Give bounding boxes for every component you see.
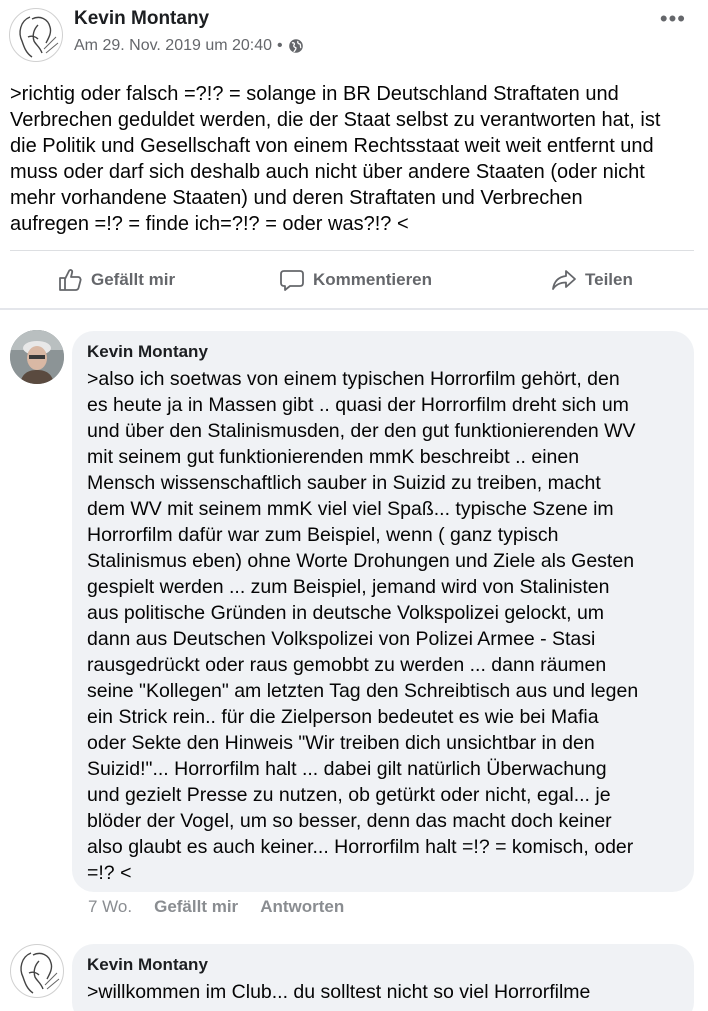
globe-icon — [288, 39, 303, 53]
comment-text-line: und über den Stalinismusden, der den gut… — [87, 420, 636, 442]
post-text-line: >richtig oder falsch =?!? = solange in B… — [10, 83, 619, 105]
comment-text-line: dem WV mit seinem mmK viel viel Spaß... … — [87, 498, 614, 520]
speech-bubble-icon — [280, 270, 304, 291]
comment-text-line: blöder der Vogel, um so besser, denn das… — [87, 810, 612, 832]
post-text-line: Verbrechen geduldet werden, die der Staa… — [10, 109, 661, 131]
comment-text-line: >also ich soetwas von einem typischen Ho… — [87, 368, 620, 390]
comment-reply-button[interactable]: Antworten — [260, 897, 344, 917]
post-text-line: aufregen =!? = finde ich=?!? = oder was?… — [10, 213, 409, 235]
comment-text: >also ich soetwas von einem typischen Ho… — [87, 366, 638, 886]
comment-button[interactable]: Kommentieren — [279, 267, 432, 293]
comment-text-line: Suizid!"... Horrorfilm halt ... dabei gi… — [87, 758, 607, 780]
comment-text-line: dann aus Deutschen Volkspolizei von Poli… — [87, 628, 596, 650]
share-label: Teilen — [585, 270, 633, 289]
comment-text-line: Stalinismus eben) ohne Worte Drohungen u… — [87, 550, 635, 572]
post-meta: Am 29. Nov. 2019 um 20:40 • — [74, 37, 304, 55]
post-header: Kevin Montany Am 29. Nov. 2019 um 20:40 … — [0, 0, 708, 70]
comment-text-line: mit seinem gut funktionierenden mmK besc… — [87, 446, 580, 468]
more-options-icon[interactable]: ••• — [660, 6, 686, 32]
post-timestamp[interactable]: Am 29. Nov. 2019 um 20:40 — [74, 37, 272, 55]
comment-text-line: oder Sekte den Hinweis "Wir treiben dich… — [87, 732, 595, 754]
commenter-avatar-sketch[interactable] — [10, 944, 64, 998]
comment-actions: 7 Wo. Gefällt mir Antworten — [88, 897, 344, 917]
comment-author-name[interactable]: Kevin Montany — [87, 342, 208, 362]
comment-text-line: rausgedrückt oder raus gemobbt zu werden… — [87, 654, 607, 676]
share-arrow-icon — [552, 270, 576, 290]
like-button[interactable]: Gefällt mir — [57, 267, 175, 293]
post-text-line: muss oder darf sich deshalb auch nicht ü… — [10, 161, 645, 183]
section-divider — [0, 308, 708, 310]
thumbs-up-icon — [59, 269, 82, 291]
comment-bubble: Kevin Montany >also ich soetwas von eine… — [72, 331, 694, 892]
comment-text-line: es heute ja in Massen gibt .. quasi der … — [87, 394, 629, 416]
comment-like-button[interactable]: Gefällt mir — [154, 897, 238, 917]
comment-text-line: ein Strick rein.. für die Zielperson bed… — [87, 706, 599, 728]
post-author-name[interactable]: Kevin Montany — [74, 8, 209, 30]
post-action-bar: Gefällt mir Kommentieren Teilen — [0, 251, 708, 309]
comment-text-line: seine "Kollegen" am letzten Tag den Schr… — [87, 680, 639, 702]
comment-text-line: =!? < — [87, 862, 132, 884]
share-button[interactable]: Teilen — [551, 267, 633, 293]
person-photo-icon — [10, 330, 64, 384]
like-label: Gefällt mir — [91, 270, 176, 289]
comment-text-line: Horrorfilm dafür war zum Beispiel, wenn … — [87, 524, 559, 546]
comment-bubble: Kevin Montany >willkommen im Club... du … — [72, 944, 694, 1011]
commenter-avatar-photo[interactable] — [10, 330, 64, 384]
comment-author-name[interactable]: Kevin Montany — [87, 955, 208, 975]
post-text-line: die Politik und Gesellschaft von einem R… — [10, 135, 654, 157]
comment-text-line: und gezielt Presse zu nutzen, ob getürkt… — [87, 784, 611, 806]
author-avatar[interactable] — [9, 8, 63, 62]
comment-label: Kommentieren — [313, 270, 433, 289]
meta-separator: • — [277, 37, 283, 54]
comment-text: >willkommen im Club... du solltest nicht… — [87, 979, 590, 1005]
sketch-face-icon — [19, 16, 59, 58]
comment-text-line: gespielt werden ... zum Beispiel, jemand… — [87, 576, 610, 598]
sketch-face-icon — [20, 952, 60, 994]
comment-text-line: >willkommen im Club... du solltest nicht… — [87, 981, 591, 1003]
comment-text-line: aus politische Gründen in deutsche Volks… — [87, 602, 605, 624]
comment-text-line: Mensch wissenschaftlich sauber in Suizid… — [87, 472, 601, 494]
post-text-line: mehr vorhandene Staaten) und deren Straf… — [10, 187, 583, 209]
post-text: >richtig oder falsch =?!? = solange in B… — [10, 81, 700, 237]
comment-age[interactable]: 7 Wo. — [88, 897, 132, 917]
comment-text-line: also glaubt es auch keiner... Horrorfilm… — [87, 836, 634, 858]
